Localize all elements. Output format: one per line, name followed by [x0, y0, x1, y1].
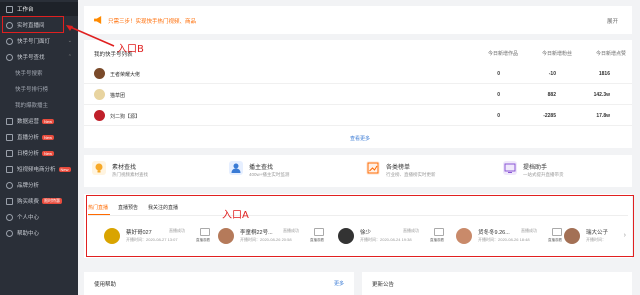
annotation-box-a — [86, 195, 634, 257]
annotation-label-a: 入口A — [222, 210, 249, 221]
sidebar-item-daily-ranking[interactable]: 日榜分析 New — [0, 146, 78, 160]
search-icon — [6, 53, 13, 61]
table-header: 今日新增作品 — [487, 51, 518, 57]
tool-boost-assistant[interactable]: 提档助手 一站式提升直播带货 — [495, 155, 631, 187]
chevron-up-icon: ⌃ — [67, 54, 72, 60]
table-row[interactable]: 刘二狗【源】 0 -2285 17.8w — [84, 106, 632, 126]
sidebar-item-my-hot-streamers[interactable]: 我的爆款播主 — [0, 98, 78, 112]
person-icon — [6, 213, 13, 221]
annotation-label-b: 入口B — [117, 44, 144, 55]
table-row[interactable]: 猫草团 0 882 142.3w — [84, 85, 632, 105]
help-card: 使用帮助 更多 — [84, 272, 354, 295]
sidebar-item-video-ecommerce[interactable]: 短视频电商分析 New — [0, 162, 78, 176]
megaphone-icon — [94, 16, 102, 24]
avatar — [94, 110, 105, 121]
sidebar-item-purchase[interactable]: 购买续费 限时特惠 — [0, 194, 78, 208]
user-icon — [6, 37, 13, 45]
tools-panel: 素材查找 热门视频素材查找 播主查找 400w+播主实时监测 各类榜单 行业榜、… — [84, 155, 632, 187]
sidebar-item-brand-analysis[interactable]: 品牌分析 — [0, 178, 78, 192]
tool-rankings[interactable]: 各类榜单 行业榜、直播榜实时更新 — [358, 155, 494, 187]
monitor-icon — [503, 161, 517, 175]
chart-icon — [6, 117, 13, 125]
annotation-arrow-icon — [66, 25, 115, 47]
analysis-icon — [6, 133, 13, 141]
sidebar-item-account-search[interactable]: 快手号搜索 — [0, 66, 78, 80]
notice-bar: 只需三步！实现快手热门视频、商品 展开 — [84, 6, 632, 34]
video-icon — [6, 165, 13, 173]
trend-chart-icon — [366, 161, 380, 175]
tool-material-search[interactable]: 素材查找 热门视频素材查找 — [84, 155, 220, 187]
home-icon — [6, 5, 13, 13]
lightbulb-icon — [92, 161, 106, 175]
view-more-link[interactable]: 查看更多 — [350, 135, 370, 142]
brand-icon — [6, 181, 13, 189]
sidebar-item-data-ops[interactable]: 数据运营 New — [0, 114, 78, 128]
table-row[interactable]: 王者荣耀大佬 0 -10 1816 — [84, 64, 632, 84]
help-icon — [6, 229, 13, 237]
news-card: 更新公告 — [362, 272, 632, 295]
tool-streamer-search[interactable]: 播主查找 400w+播主实时监测 — [221, 155, 357, 187]
sidebar-item-account-ranking[interactable]: 快手号排行榜 — [0, 82, 78, 96]
annotation-box-b — [2, 16, 64, 33]
cart-icon — [6, 197, 13, 205]
avatar — [94, 89, 105, 100]
account-table: 我的快手号列表 今日新增作品 今日新增粉丝 今日新增点赞 王者荣耀大佬 0 -1… — [84, 40, 632, 148]
help-more-link[interactable]: 更多 — [334, 280, 344, 287]
person-icon — [229, 161, 243, 175]
news-title: 更新公告 — [372, 282, 395, 288]
notice-text: 只需三步！实现快手热门视频、商品 — [108, 19, 197, 25]
avatar — [94, 68, 105, 79]
table-header: 今日新增点赞 — [595, 51, 626, 57]
sidebar-item-account-lookup[interactable]: 快手号查找 ⌃ — [0, 50, 78, 64]
sidebar-item-profile[interactable]: 个人中心 — [0, 210, 78, 224]
sidebar-item-help[interactable]: 帮助中心 — [0, 226, 78, 240]
sidebar-item-live-analysis[interactable]: 直播分析 New — [0, 130, 78, 144]
table-header: 今日新增粉丝 — [541, 51, 572, 57]
expand-button[interactable]: 展开 — [607, 17, 618, 25]
calendar-icon — [6, 149, 13, 157]
help-title: 使用帮助 — [94, 282, 117, 288]
sidebar-item-workbench[interactable]: 工作台 — [0, 2, 78, 16]
